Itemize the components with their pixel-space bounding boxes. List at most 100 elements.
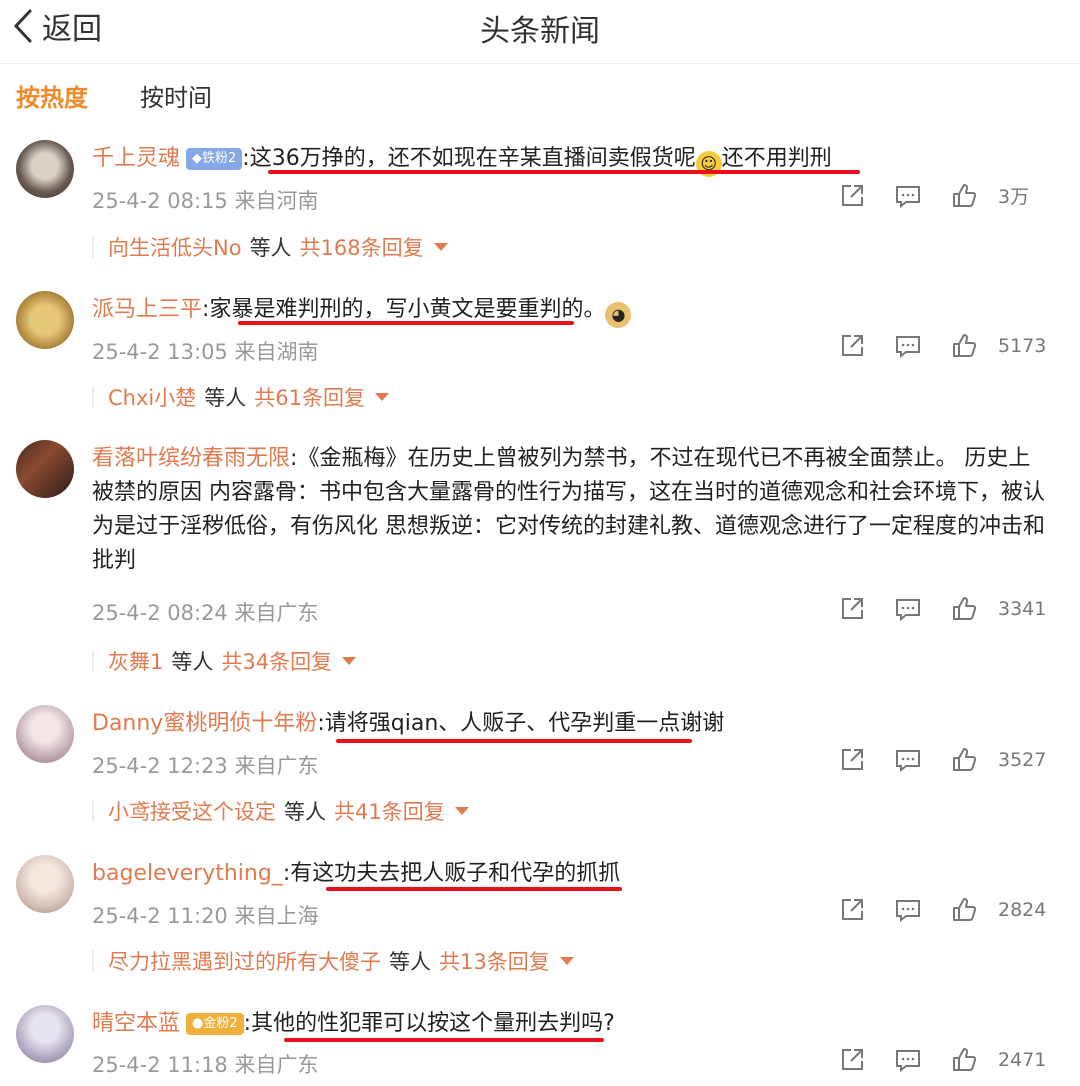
share-icon [842, 598, 863, 619]
avatar[interactable] [16, 291, 74, 349]
like-button[interactable] [936, 596, 992, 622]
like-button[interactable] [936, 1047, 992, 1073]
username[interactable]: 派马上三平 [92, 297, 202, 322]
comment-button[interactable] [880, 333, 936, 359]
comment-text-block: 看落叶缤纷春雨无限:《金瓶梅》在历史上曾被列为禁书，不过在现代已不再被全面禁止。… [92, 446, 1045, 573]
thumbs-up-icon [953, 1048, 977, 1071]
reply-count-link[interactable]: 共61条回复 [254, 382, 365, 412]
comment-actions: 2471 [824, 1047, 1050, 1073]
share-button[interactable] [824, 333, 880, 359]
share-icon [842, 184, 863, 206]
divider [92, 386, 94, 408]
underline-mark [238, 321, 574, 325]
share-button[interactable] [824, 183, 880, 209]
comment-icon [896, 900, 920, 923]
thumbs-up-icon [953, 597, 977, 620]
divider [92, 800, 94, 822]
thumbs-up-icon [953, 898, 977, 921]
like-button[interactable] [936, 897, 992, 923]
divider [92, 650, 94, 672]
underline-mark [268, 170, 860, 174]
comment-button[interactable] [880, 1047, 936, 1073]
avatar[interactable] [16, 705, 74, 763]
reply-summary[interactable]: 小鸢接受这个设定 等人 共41条回复 [92, 796, 469, 826]
comment-actions: 5173 [824, 333, 1050, 359]
comment-button[interactable] [880, 747, 936, 773]
username[interactable]: bageleverything_ [92, 861, 283, 886]
comment-text: 请将强qian、人贩子、代孕判重一点谢谢 [324, 711, 725, 736]
share-icon [842, 899, 863, 920]
like-button[interactable] [936, 747, 992, 773]
comment-actions: 3527 [824, 747, 1050, 773]
chevron-down-icon [454, 807, 469, 815]
doge-emoji-icon: ◕ [605, 302, 632, 328]
comment-button[interactable] [880, 183, 936, 209]
comment-icon [896, 750, 920, 773]
username[interactable]: 千上灵魂 [92, 146, 180, 171]
comment-button[interactable] [880, 897, 936, 923]
comment-meta: 25-4-2 08:24 来自广东 [92, 601, 319, 625]
comment-text-block: bageleverything_:有这功夫去把人贩子和代孕的抓抓 [92, 861, 621, 886]
share-button[interactable] [824, 1047, 880, 1073]
like-count: 3341 [998, 598, 1047, 620]
avatar[interactable] [16, 1005, 74, 1063]
like-button[interactable] [936, 333, 992, 359]
thumbs-up-icon [953, 334, 977, 357]
comment-meta: 25-4-2 11:18 来自广东 [92, 1053, 319, 1077]
comment-text: 其他的性犯罪可以按这个量刑去判吗? [251, 1011, 615, 1036]
reply-username[interactable]: 灰舞1 [108, 646, 163, 676]
like-count: 2471 [998, 1049, 1047, 1071]
like-count: 5173 [998, 335, 1047, 357]
comment-icon [896, 599, 920, 622]
like-count: 3527 [998, 749, 1047, 771]
underline-mark [326, 887, 622, 891]
sort-time-tab[interactable]: 按时间 [140, 78, 212, 113]
comment-meta: 25-4-2 12:23 来自广东 [92, 754, 319, 778]
reply-count-link[interactable]: 共13条回复 [439, 946, 550, 976]
divider [92, 236, 94, 258]
like-count: 3万 [998, 186, 1030, 208]
comment-text: 家暴是难判刑的，写小黄文是要重判的。 [209, 297, 606, 322]
reply-count-link[interactable]: 共168条回复 [300, 232, 424, 262]
reply-summary[interactable]: 向生活低头No 等人 共168条回复 [92, 232, 448, 262]
share-icon [842, 749, 863, 770]
thumbs-up-icon [953, 748, 977, 771]
sort-tabs: 按热度 按时间 [16, 78, 212, 113]
username[interactable]: 看落叶缤纷春雨无限 [92, 446, 290, 471]
like-button[interactable] [936, 183, 992, 209]
avatar[interactable] [16, 140, 74, 198]
username[interactable]: 晴空本蓝 [92, 1011, 180, 1036]
avatar[interactable] [16, 440, 74, 498]
comment-actions: 3341 [824, 596, 1050, 622]
comment-button[interactable] [880, 596, 936, 622]
comment-text-after: 还不用判刑 [721, 146, 832, 171]
underline-mark [336, 739, 692, 743]
reply-summary[interactable]: 灰舞1 等人 共34条回复 [92, 646, 357, 676]
underline-mark [284, 1038, 604, 1042]
reply-summary[interactable]: Chxi小楚 等人 共61条回复 [92, 382, 389, 412]
share-icon [842, 1049, 863, 1070]
reply-username[interactable]: 向生活低头No [108, 232, 242, 262]
share-button[interactable] [824, 897, 880, 923]
reply-count-link[interactable]: 共41条回复 [334, 796, 445, 826]
share-button[interactable] [824, 747, 880, 773]
reply-count-link[interactable]: 共34条回复 [221, 646, 332, 676]
avatar[interactable] [16, 855, 74, 913]
reply-username[interactable]: 小鸢接受这个设定 [108, 796, 276, 826]
thumbs-up-icon [953, 183, 977, 207]
chevron-down-icon [342, 657, 357, 665]
reply-summary[interactable]: 尽力拉黑遇到过的所有大傻子 等人 共13条回复 [92, 946, 574, 976]
comment-icon [896, 185, 920, 208]
reply-username[interactable]: 尽力拉黑遇到过的所有大傻子 [108, 946, 381, 976]
share-button[interactable] [824, 596, 880, 622]
reply-username[interactable]: Chxi小楚 [108, 382, 196, 412]
share-icon [842, 335, 863, 356]
sort-hot-tab[interactable]: 按热度 [16, 78, 88, 113]
comment-meta: 25-4-2 08:15 来自河南 [92, 189, 319, 213]
username[interactable]: Danny蜜桃明侦十年粉 [92, 711, 317, 736]
top-bar: 返回 头条新闻 [0, 0, 1080, 64]
comment-actions: 2824 [824, 897, 1050, 923]
chevron-down-icon [374, 393, 389, 401]
comment-text: 有这功夫去把人贩子和代孕的抓抓 [290, 861, 621, 886]
divider [92, 950, 94, 972]
